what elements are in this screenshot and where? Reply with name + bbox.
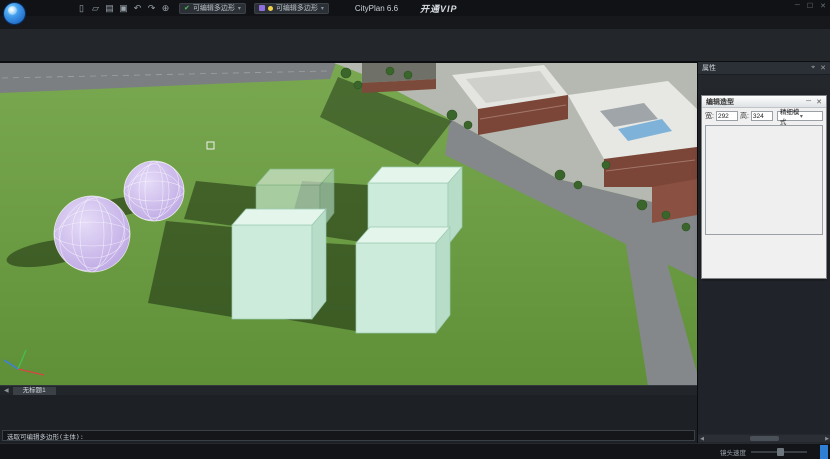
scroll-left-icon[interactable]: ◀ bbox=[4, 387, 9, 394]
undo-icon[interactable]: ↶ bbox=[132, 3, 143, 14]
statistics-table bbox=[698, 281, 830, 434]
chevron-down-icon: ▾ bbox=[321, 5, 324, 12]
vip-upgrade-button[interactable]: 开通VIP bbox=[420, 2, 458, 15]
camera-speed-label: 镜头速度 bbox=[720, 447, 746, 457]
viewport-3d[interactable] bbox=[0, 62, 697, 385]
properties-panel: 属性 ⌖ ✕ 编辑造型 ─ ✕ 宽: 高: 精细模式 ▾ bbox=[697, 62, 830, 443]
table-horizontal-scrollbar[interactable]: ◀ ▶ bbox=[698, 435, 830, 442]
dialog-title: 编辑造型 bbox=[706, 97, 801, 107]
scroll-left-icon[interactable]: ◀ bbox=[698, 436, 706, 442]
mode-select[interactable]: 精细模式 ▾ bbox=[777, 111, 823, 121]
maximize-icon[interactable]: ☐ bbox=[807, 2, 813, 10]
titlebar: ▯▱▤▣↶↷⊕ ✔ 可编辑多边形 ▾ 可编辑多边形 ▾ CityPlan 6.6… bbox=[0, 0, 830, 16]
combo-value: 可编辑多边形 bbox=[193, 3, 235, 13]
minimize-icon[interactable]: ─ bbox=[806, 98, 811, 105]
minimize-icon[interactable]: ─ bbox=[795, 2, 800, 10]
menu-bar bbox=[36, 16, 826, 29]
command-prompt: 选取可编辑多边形(主体): bbox=[7, 431, 84, 441]
sync-icon[interactable]: ⊕ bbox=[160, 3, 171, 14]
new-file-icon[interactable]: ▯ bbox=[76, 3, 87, 14]
close-icon[interactable]: ✕ bbox=[816, 98, 822, 106]
app-title: CityPlan 6.6 bbox=[355, 4, 398, 13]
width-field[interactable] bbox=[716, 111, 738, 121]
close-icon[interactable]: ✕ bbox=[820, 64, 826, 72]
pin-icon[interactable]: ⌖ bbox=[811, 64, 815, 72]
chevron-down-icon: ▾ bbox=[238, 5, 241, 12]
camera-speed-slider[interactable] bbox=[751, 451, 807, 453]
ribbon-toolbar bbox=[0, 29, 830, 62]
scrollbar-thumb[interactable] bbox=[750, 436, 778, 441]
dialog-constraints-row bbox=[702, 238, 826, 244]
snap-filter-combo[interactable]: 可编辑多边形 ▾ bbox=[254, 3, 329, 14]
resize-grip[interactable] bbox=[820, 445, 828, 459]
mint-box-2[interactable] bbox=[232, 209, 326, 319]
building-block-top[interactable] bbox=[362, 63, 436, 93]
status-bar: 镜头速度 bbox=[0, 443, 830, 459]
height-field[interactable] bbox=[751, 111, 773, 121]
selection-filter-combo[interactable]: ✔ 可编辑多边形 ▾ bbox=[179, 3, 246, 14]
panel-title: 属性 bbox=[702, 63, 806, 73]
app-logo-icon[interactable] bbox=[3, 2, 26, 25]
command-history[interactable] bbox=[0, 395, 697, 430]
height-label: 高: bbox=[740, 111, 749, 121]
command-tab[interactable]: 无标题1 bbox=[13, 387, 56, 395]
bulb-icon bbox=[268, 6, 273, 11]
combo-value: 可编辑多边形 bbox=[276, 3, 318, 13]
scroll-right-icon[interactable]: ▶ bbox=[823, 436, 830, 442]
entity-color-icon bbox=[259, 5, 265, 11]
edit-model-dialog: 编辑造型 ─ ✕ 宽: 高: 精细模式 ▾ bbox=[701, 95, 827, 279]
dialog-tool-grid bbox=[705, 125, 823, 235]
mint-box-3[interactable] bbox=[356, 227, 450, 333]
window-controls: ─ ☐ ✕ bbox=[795, 2, 826, 10]
save-all-icon[interactable]: ▣ bbox=[118, 3, 129, 14]
redo-icon[interactable]: ↷ bbox=[146, 3, 157, 14]
app-window: ▯▱▤▣↶↷⊕ ✔ 可编辑多边形 ▾ 可编辑多边形 ▾ CityPlan 6.6… bbox=[0, 0, 830, 459]
save-icon[interactable]: ▤ bbox=[104, 3, 115, 14]
slider-handle[interactable] bbox=[777, 448, 784, 456]
command-input[interactable]: 选取可编辑多边形(主体): bbox=[2, 430, 695, 441]
check-icon: ✔ bbox=[184, 4, 190, 12]
quick-access-toolbar: ▯▱▤▣↶↷⊕ bbox=[76, 3, 171, 14]
close-icon[interactable]: ✕ bbox=[820, 2, 826, 10]
command-panel: ◀ 无标题1 选取可编辑多边形(主体): bbox=[0, 385, 697, 443]
chevron-down-icon: ▾ bbox=[800, 113, 820, 120]
open-file-icon[interactable]: ▱ bbox=[90, 3, 101, 14]
width-label: 宽: bbox=[705, 111, 714, 121]
